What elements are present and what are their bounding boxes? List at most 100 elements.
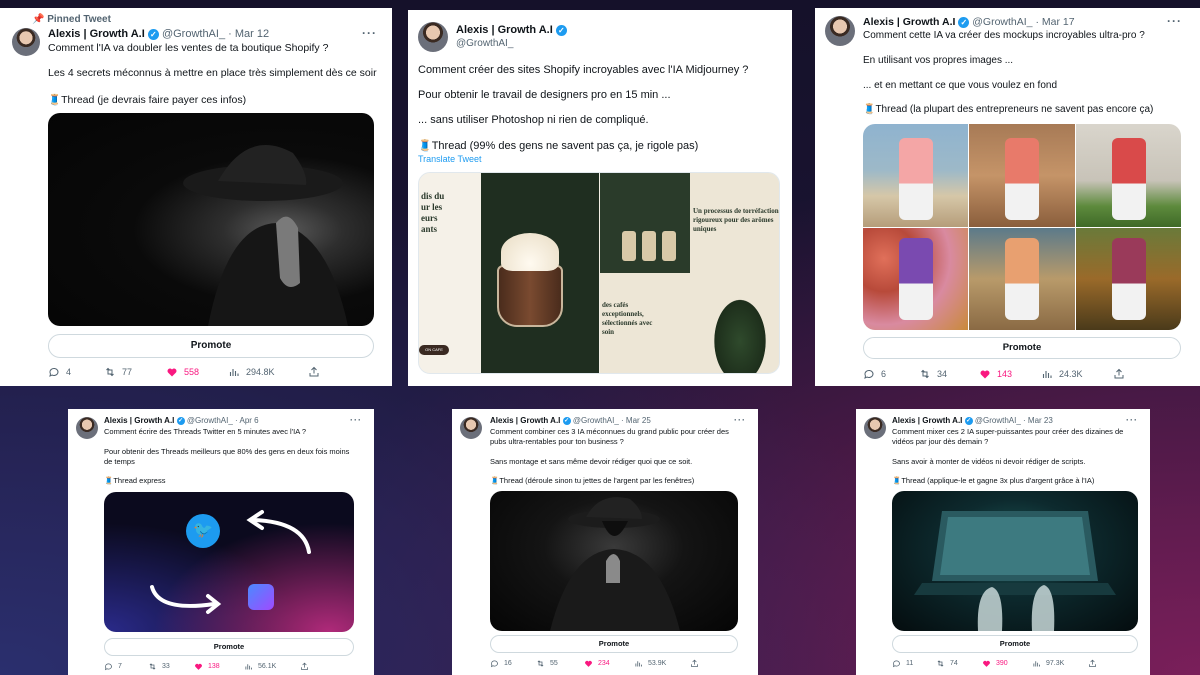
pin-icon: 📌 [32,14,45,25]
author-name[interactable]: Alexis | Growth A.I [48,28,145,40]
translate-link[interactable]: Translate Tweet [418,154,482,164]
mockup-right-heading: Un processus de torréfaction rigoureux p… [693,207,779,233]
views-button[interactable]: 97.3K [1032,659,1088,668]
more-icon[interactable]: ··· [1126,415,1138,425]
more-icon[interactable]: ··· [734,415,746,425]
avatar[interactable] [825,16,855,46]
author-name[interactable]: Alexis | Growth A.I [104,416,174,425]
reply-icon [49,367,59,377]
like-button[interactable]: 234 [584,659,634,668]
retweet-button[interactable]: 77 [104,366,166,378]
promote-button[interactable]: Promote [863,337,1181,359]
tweet-line: Les 4 secrets méconnus à mettre en place… [48,67,377,79]
more-icon[interactable]: ··· [1167,14,1182,28]
mockup-left-panel: dis du ur les eurs ants ON CAFE [419,173,599,373]
tweet-line: Pour obtenir le travail de designers pro… [418,89,671,101]
promote-button[interactable]: Promote [490,635,738,653]
retweet-button[interactable]: 34 [919,368,979,380]
retweet-icon [106,367,114,377]
views-count: 24.3K [1059,369,1083,379]
tweet-card[interactable]: Alexis | Growth A.I ✓ @GrowthAI_ Comment… [408,10,792,386]
tweet-image-twitter-ai[interactable]: 🐦 [104,492,354,632]
tweet-image-hat-figure[interactable] [490,491,738,631]
author-name[interactable]: Alexis | Growth A.I [456,24,553,36]
mockup-button: ON CAFE [419,345,449,355]
like-count: 390 [996,660,1008,667]
reply-button[interactable]: 7 [104,662,148,671]
tweet-line: Comment écrire des Threads Twitter en 5 … [104,427,307,436]
tweet-card[interactable]: 📌 Pinned Tweet Alexis | Growth A.I ✓ @Gr… [0,8,392,386]
tweet-line: Sans avoir à monter de vidéos ni devoir … [892,457,1086,466]
share-button[interactable] [1088,659,1097,668]
like-button[interactable]: 558 [166,366,228,378]
author-name[interactable]: Alexis | Growth A.I [490,416,560,425]
author-name[interactable]: Alexis | Growth A.I [892,416,962,425]
retweet-icon [937,660,944,667]
more-icon[interactable]: ··· [350,415,362,425]
views-button[interactable]: 56.1K [244,662,300,671]
author-handle[interactable]: @GrowthAI_ [972,16,1032,28]
tweet-card[interactable]: Alexis | Growth A.I ✓ @GrowthAI_ · Apr 6… [68,409,374,675]
like-button[interactable]: 390 [982,659,1032,668]
mockup-right-sub: des cafés exceptionnels, sélectionnés av… [602,301,653,336]
views-button[interactable]: 294.8K [228,366,308,378]
avatar[interactable] [76,417,98,439]
share-button[interactable] [1113,368,1125,380]
tweet-date[interactable]: Mar 25 [626,416,651,425]
verified-icon: ✓ [147,28,159,40]
reply-button[interactable]: 11 [892,659,936,668]
reply-icon [864,369,874,379]
reply-button[interactable]: 16 [490,659,536,668]
tweet-line: 🧵Thread (99% des gens ne savent pas ça, … [418,140,699,152]
views-button[interactable]: 24.3K [1041,368,1113,380]
author-handle[interactable]: @GrowthAI_ [456,38,513,49]
retweet-button[interactable]: 33 [148,662,194,671]
tweet-card[interactable]: Alexis | Growth A.I ✓ @GrowthAI_ · Mar 2… [856,409,1150,675]
views-count: 97.3K [1046,660,1065,667]
tweet-image-blender-grid[interactable] [863,124,1181,330]
avatar[interactable] [460,417,482,439]
reply-count: 16 [504,660,512,667]
avatar[interactable] [418,22,448,52]
tweet-image-laptop-hands[interactable] [892,491,1138,631]
share-icon [1114,368,1124,379]
author-handle[interactable]: @GrowthAI_ [573,416,619,425]
like-button[interactable]: 143 [979,368,1041,380]
heart-icon [195,663,202,670]
tweet-actions: 4 77 558 294.8K [48,366,320,378]
author-handle[interactable]: @GrowthAI_ [187,416,233,425]
share-button[interactable] [308,366,320,378]
promote-button[interactable]: Promote [48,334,374,358]
avatar[interactable] [12,28,40,56]
mockup-right-panel: Un processus de torréfaction rigoureux p… [600,173,779,373]
reply-button[interactable]: 4 [48,366,104,378]
share-button[interactable] [300,662,309,671]
author-handle[interactable]: @GrowthAI_ [975,416,1021,425]
more-icon[interactable]: ··· [362,26,377,40]
tweet-image-cafe-mockup[interactable]: dis du ur les eurs ants ON CAFE Un proce… [418,172,780,374]
heart-icon [167,368,177,377]
retweet-button[interactable]: 74 [936,659,982,668]
author-handle[interactable]: @GrowthAI_ [162,28,225,40]
tweet-header: Alexis | Growth A.I ✓ @GrowthAI_ · Mar 1… [48,28,270,40]
retweet-button[interactable]: 55 [536,659,584,668]
tweet-card[interactable]: Alexis | Growth A.I ✓ @GrowthAI_ · Mar 1… [815,8,1200,386]
tweet-date[interactable]: Mar 23 [1028,416,1053,425]
retweet-count: 34 [937,369,948,379]
reply-button[interactable]: 6 [863,368,919,380]
promote-button[interactable]: Promote [892,635,1138,653]
author-name[interactable]: Alexis | Growth A.I [863,16,955,28]
tweet-card[interactable]: Alexis | Growth A.I ✓ @GrowthAI_ · Mar 2… [452,409,758,675]
views-icon [229,369,239,376]
like-button[interactable]: 138 [194,662,244,671]
tweet-date[interactable]: Apr 6 [239,416,258,425]
avatar[interactable] [864,417,886,439]
mockup-tile [1075,227,1181,330]
views-button[interactable]: 53.9K [634,659,690,668]
tweet-image-hat-man[interactable] [48,113,374,326]
author-name-row: Alexis | Growth A.I ✓ [456,24,567,36]
share-button[interactable] [690,659,699,668]
promote-button[interactable]: Promote [104,638,354,656]
tweet-date[interactable]: Mar 12 [235,28,269,40]
tweet-date[interactable]: Mar 17 [1042,16,1075,28]
